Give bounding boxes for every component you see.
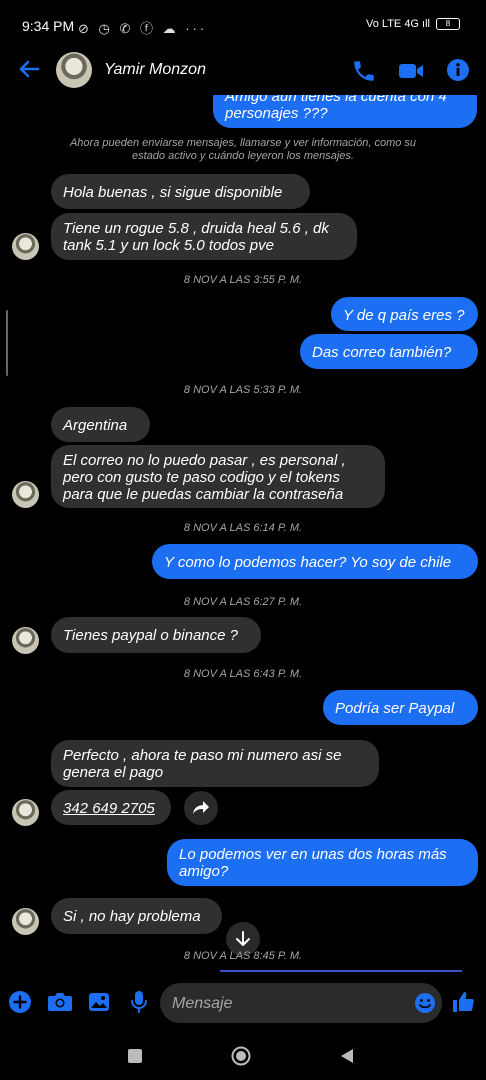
forward-icon [193, 801, 209, 814]
timestamp: 8 NOV A LAS 5:33 P. M. [183, 384, 303, 396]
message-incoming-phone[interactable]: 342 649 2705 [51, 790, 171, 825]
message-input[interactable] [170, 983, 404, 1025]
message-outgoing[interactable]: Das correo también? [300, 334, 478, 369]
contact-avatar-small[interactable] [12, 627, 39, 654]
gallery-icon[interactable] [88, 992, 110, 1012]
status-notification-icons: ⊘ ◷ ✆ ⓕ ☁ ··· [78, 21, 208, 36]
timestamp: 8 NOV A LAS 3:55 P. M. [183, 274, 303, 286]
battery-icon: 8 [436, 18, 460, 30]
system-navigation-bar [0, 1030, 486, 1080]
add-icon[interactable] [8, 990, 32, 1014]
message-outgoing[interactable]: Y como lo podemos hacer? Yo soy de chile [152, 544, 478, 579]
signal-icon: Vo LTE 4G ıll [366, 18, 430, 30]
message-outgoing[interactable]: Podría ser Paypal [323, 690, 478, 725]
contact-avatar-small[interactable] [12, 799, 39, 826]
emoji-icon[interactable] [414, 992, 436, 1014]
camera-icon[interactable] [47, 991, 73, 1013]
timestamp: 8 NOV A LAS 6:14 P. M. [183, 522, 303, 534]
home-button[interactable] [231, 1046, 251, 1066]
microphone-icon[interactable] [130, 990, 148, 1014]
contact-avatar-small[interactable] [12, 908, 39, 935]
system-notice: Ahora pueden enviarse mensajes, llamarse… [69, 137, 417, 162]
info-icon[interactable] [446, 58, 472, 84]
typing-indicator-line [220, 970, 462, 972]
message-incoming[interactable]: El correo no lo puedo pasar , es persona… [51, 445, 385, 508]
message-incoming[interactable]: Tienes paypal o binance ? [51, 617, 261, 653]
back-arrow-icon[interactable] [16, 56, 42, 82]
recents-button[interactable] [128, 1049, 142, 1063]
contact-avatar[interactable] [56, 52, 92, 88]
back-nav-button[interactable] [339, 1048, 355, 1064]
message-incoming[interactable]: Tiene un rogue 5.8 , druida heal 5.6 , d… [51, 213, 357, 260]
message-incoming[interactable]: Perfecto , ahora te paso mi numero asi s… [51, 740, 379, 787]
message-incoming[interactable]: Hola buenas , si sigue disponible [51, 174, 310, 209]
message-outgoing[interactable]: Y de q país eres ? [331, 297, 478, 331]
status-right-area: Vo LTE 4G ıll 8 [366, 18, 460, 30]
message-incoming[interactable]: Argentina [51, 407, 150, 442]
contact-avatar-small[interactable] [12, 481, 39, 508]
thumbs-up-icon[interactable] [451, 990, 475, 1014]
scroll-indicator[interactable] [6, 310, 8, 376]
message-composer[interactable] [160, 983, 442, 1025]
contact-name[interactable]: Yamir Monzon [104, 61, 206, 79]
video-call-icon[interactable] [397, 58, 423, 84]
message-incoming[interactable]: Si , no hay problema [51, 898, 222, 934]
message-outgoing[interactable]: Lo podemos ver en unas dos horas más ami… [167, 839, 478, 886]
phone-call-icon[interactable] [351, 58, 377, 84]
timestamp: 8 NOV A LAS 6:27 P. M. [183, 596, 303, 608]
forward-button[interactable] [184, 791, 218, 825]
contact-avatar-small[interactable] [12, 233, 39, 260]
phone-number-link[interactable]: 342 649 2705 [63, 800, 155, 817]
arrow-down-icon [236, 931, 250, 946]
status-time: 9:34 PM [22, 18, 75, 34]
timestamp: 8 NOV A LAS 8:45 P. M. [183, 950, 303, 962]
timestamp: 8 NOV A LAS 6:43 P. M. [183, 668, 303, 680]
